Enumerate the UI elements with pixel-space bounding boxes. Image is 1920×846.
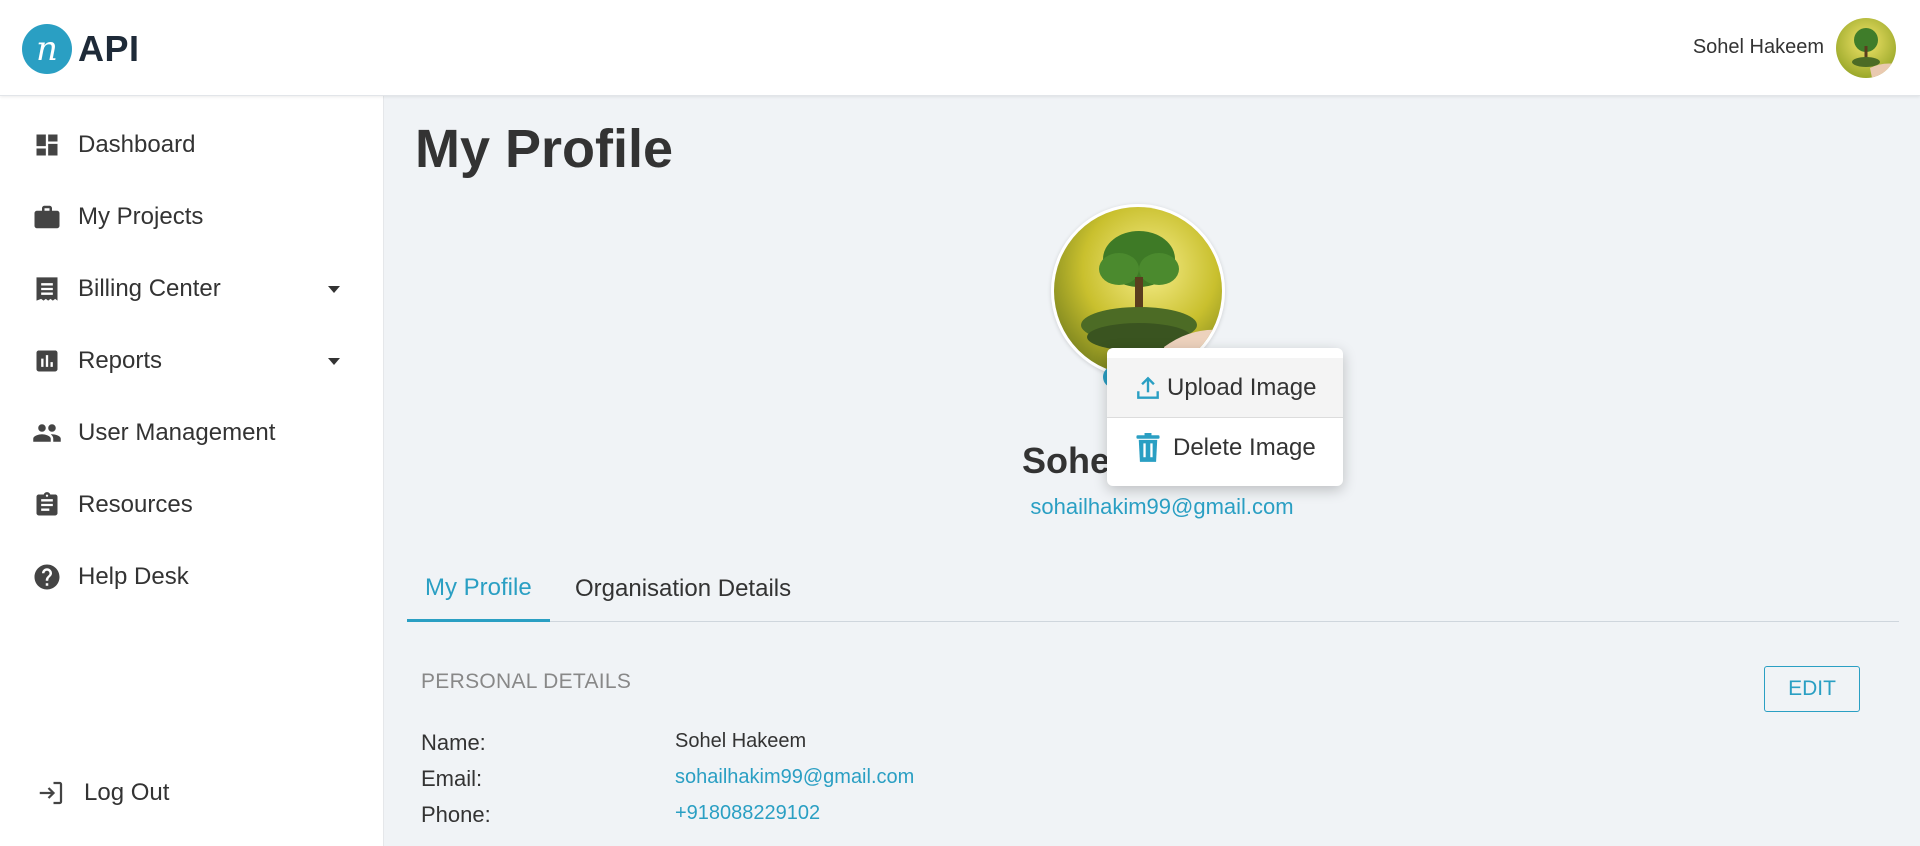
profile-email[interactable]: sohailhakim99@gmail.com: [997, 494, 1327, 520]
trash-icon: [1135, 433, 1161, 463]
profile-name: Sohel: [1022, 440, 1121, 481]
sidebar-item-dashboard[interactable]: Dashboard: [0, 113, 384, 177]
detail-value[interactable]: +918088229102: [675, 802, 820, 825]
sidebar-item-help-desk[interactable]: Help Desk: [0, 545, 384, 609]
sidebar-item-label: Resources: [78, 491, 193, 518]
sidebar-item-label: My Projects: [78, 203, 204, 230]
detail-label: Email:: [421, 766, 483, 791]
delete-image-label: Delete Image: [1173, 434, 1316, 461]
sidebar: Dashboard My Projects Billing Center Rep…: [0, 96, 384, 846]
dashboard-icon: [32, 130, 62, 160]
sidebar-item-my-projects[interactable]: My Projects: [0, 185, 384, 249]
header-user-avatar[interactable]: [1836, 18, 1896, 78]
sidebar-item-label: Dashboard: [78, 131, 196, 158]
tab-my-profile[interactable]: My Profile: [407, 556, 550, 622]
logout-icon: [36, 778, 66, 808]
tab-organisation-details[interactable]: Organisation Details: [557, 556, 809, 622]
edit-button[interactable]: EDIT: [1764, 666, 1860, 712]
chevron-down-icon[interactable]: [328, 357, 340, 365]
briefcase-icon: [32, 202, 62, 232]
chevron-down-icon[interactable]: [328, 285, 340, 293]
help-icon: [32, 562, 62, 592]
header-user-name[interactable]: Sohel Hakeem: [1693, 36, 1824, 59]
detail-value[interactable]: sohailhakim99@gmail.com: [675, 766, 914, 789]
sidebar-item-reports[interactable]: Reports: [0, 329, 384, 393]
page-title: My Profile: [415, 119, 674, 179]
sidebar-item-label: User Management: [78, 419, 276, 446]
sidebar-item-resources[interactable]: Resources: [0, 473, 384, 537]
bar-chart-icon: [32, 346, 62, 376]
detail-label: Phone:: [421, 802, 491, 827]
sidebar-item-label: Reports: [78, 347, 163, 374]
photo-menu: Upload Image Delete Image: [1107, 348, 1343, 486]
detail-value: Sohel Hakeem: [675, 730, 807, 752]
logout-button[interactable]: Log Out: [0, 761, 384, 825]
logo-text: API: [78, 28, 140, 69]
top-header: n API Sohel Hakeem: [0, 0, 1920, 96]
sidebar-item-user-management[interactable]: User Management: [0, 401, 384, 465]
receipt-icon: [32, 274, 62, 304]
people-icon: [32, 418, 62, 448]
upload-image-label: Upload Image: [1167, 373, 1317, 401]
logout-label: Log Out: [84, 779, 170, 806]
sidebar-item-label: Billing Center: [78, 275, 221, 302]
app-logo[interactable]: n API: [22, 24, 140, 74]
delete-image-menu-item[interactable]: Delete Image: [1107, 419, 1343, 477]
upload-image-menu-item[interactable]: Upload Image: [1107, 358, 1343, 418]
upload-icon: [1135, 373, 1161, 403]
detail-label: Name:: [421, 730, 486, 755]
sidebar-item-billing-center[interactable]: Billing Center: [0, 257, 384, 321]
profile-tabs: My Profile Organisation Details: [407, 556, 1899, 622]
clipboard-icon: [32, 490, 62, 520]
sidebar-item-label: Help Desk: [78, 563, 189, 590]
logo-mark: n: [22, 24, 72, 74]
section-title: PERSONAL DETAILS: [421, 670, 632, 693]
